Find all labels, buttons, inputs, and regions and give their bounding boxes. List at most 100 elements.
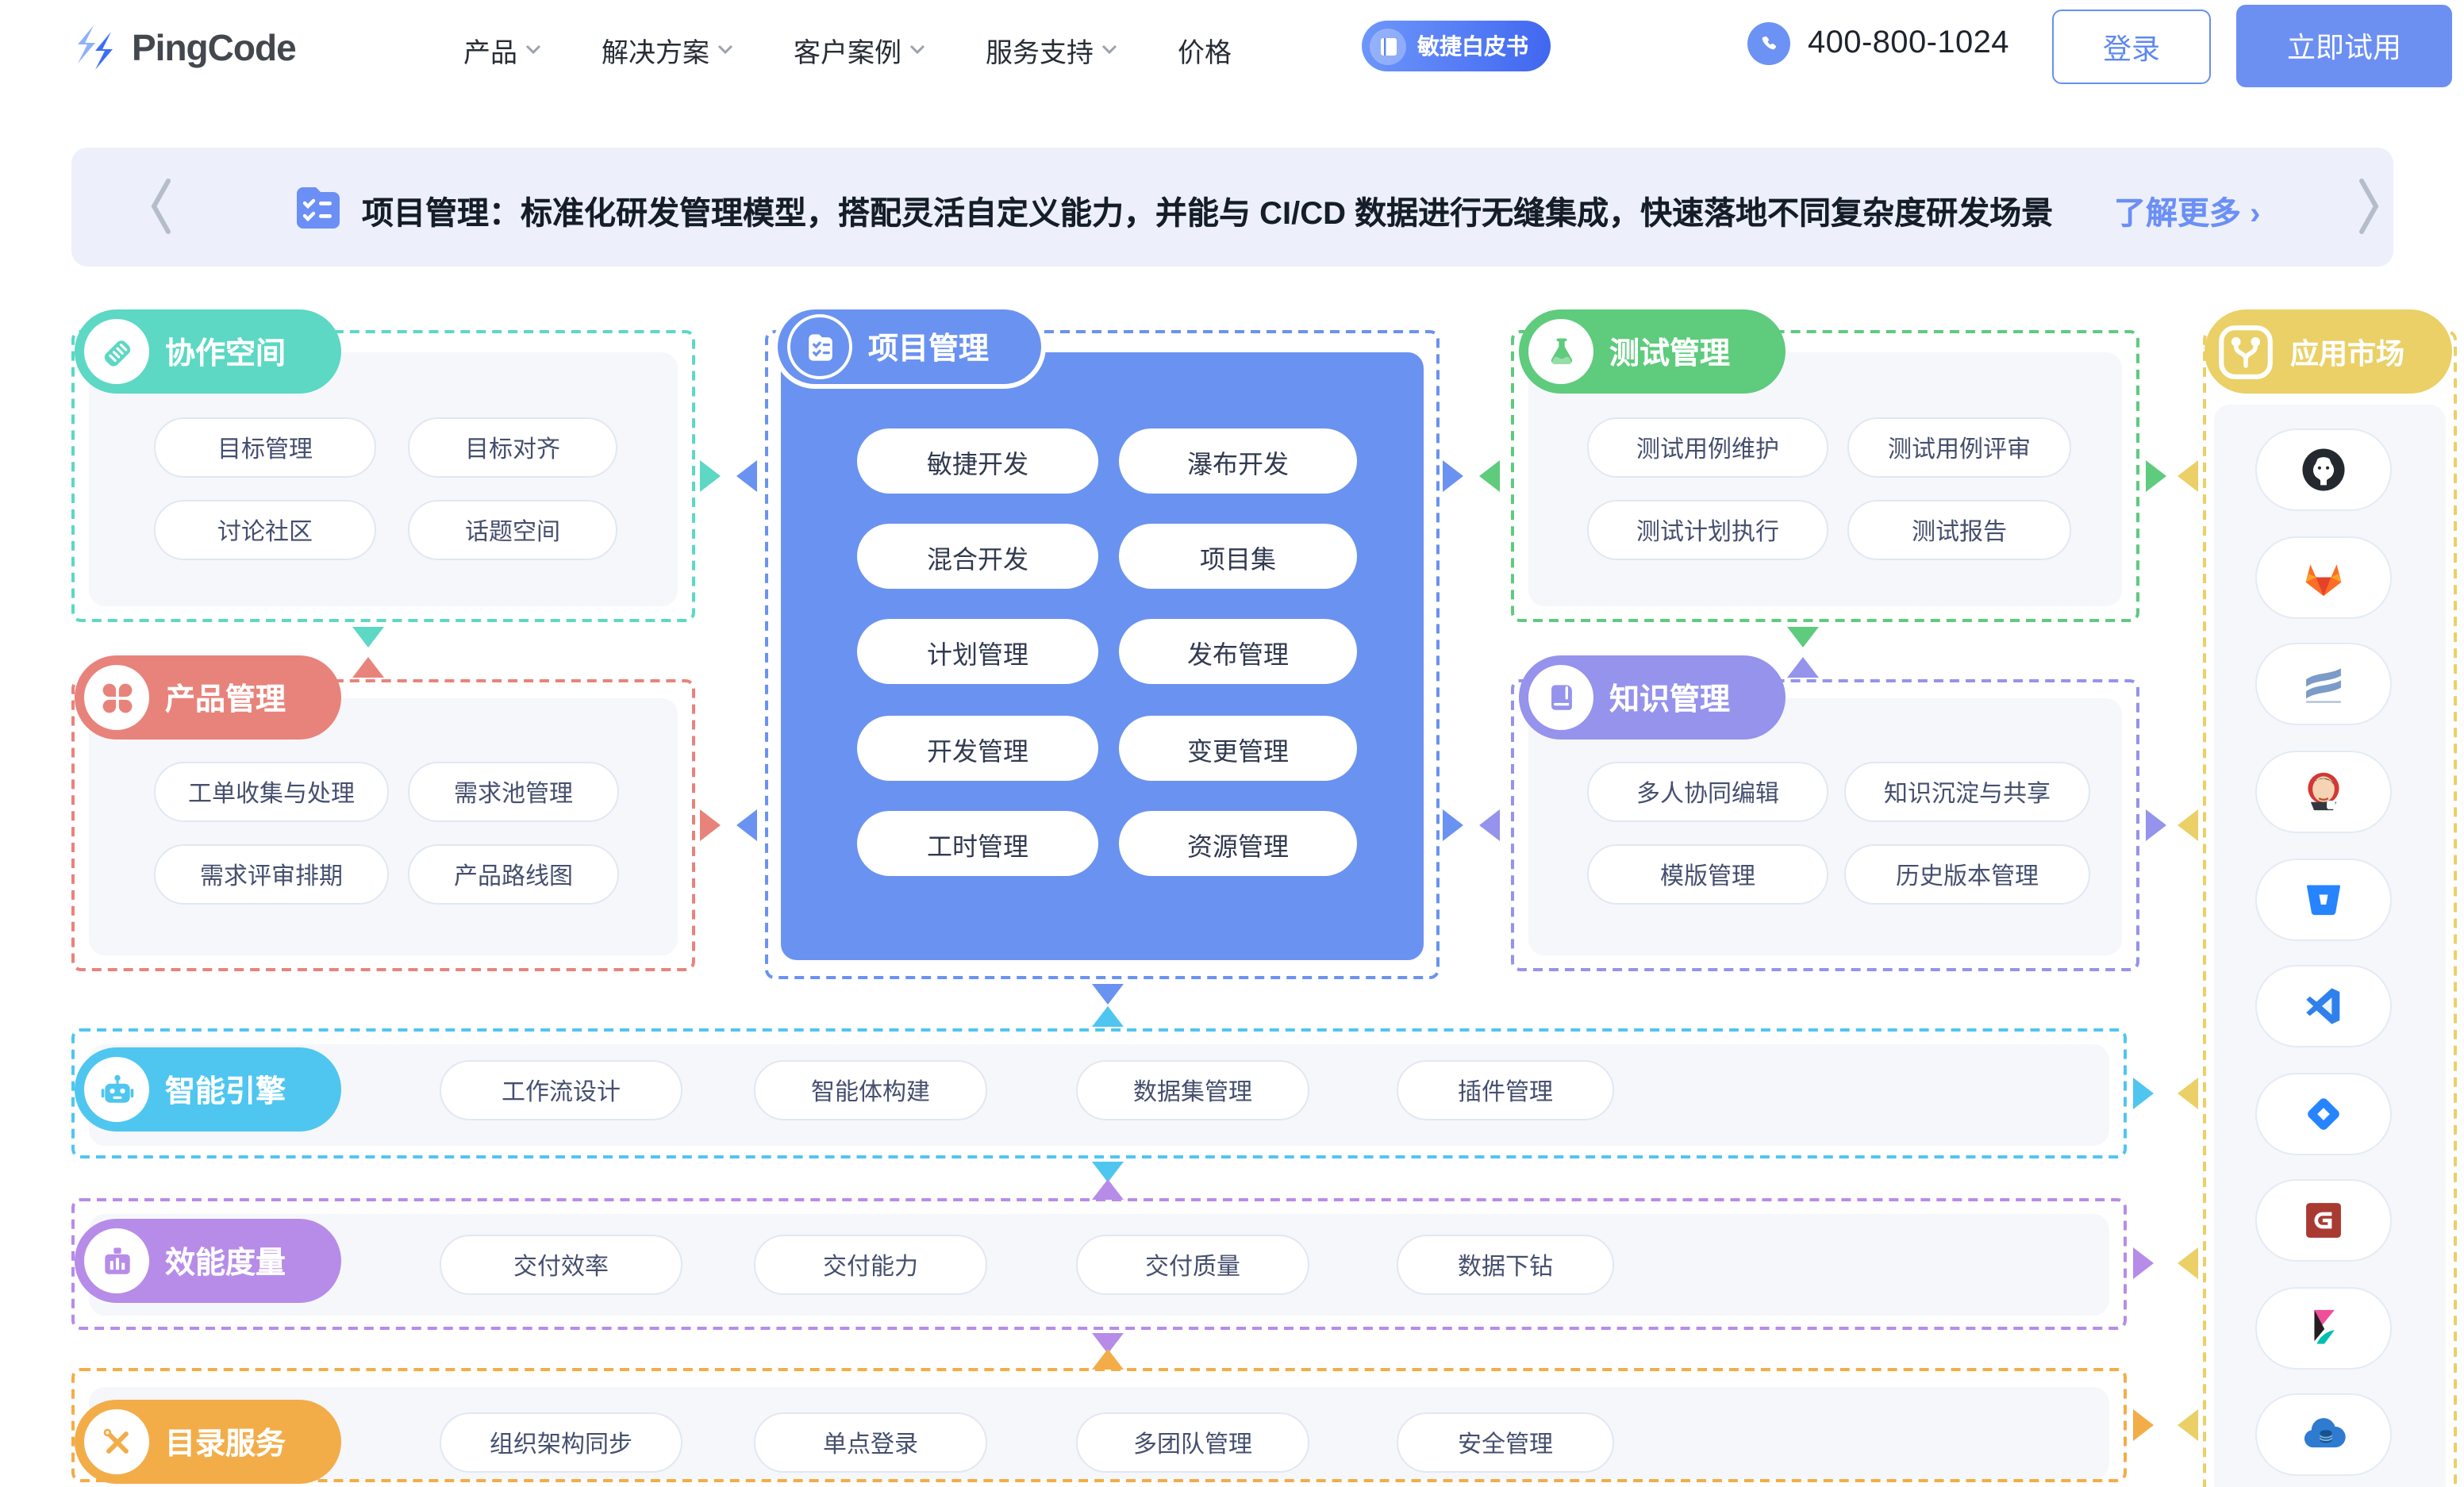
chevron-down-icon [525, 44, 541, 54]
ai-engine-header: 智能引擎 [75, 1047, 341, 1132]
collaboration-header: 协作空间 [75, 309, 341, 394]
four-petal-icon [84, 665, 149, 730]
feature-chip: 数据集管理 [1076, 1060, 1309, 1120]
main-menu: 产品 解决方案 客户案例 服务支持 价格 [463, 0, 1232, 98]
connector-arrow-right [2133, 1247, 2154, 1279]
banner-next-arrow[interactable] [2357, 176, 2382, 236]
connector-arrow-up [1092, 1006, 1124, 1027]
feature-chip: 测试用例维护 [1587, 417, 1828, 478]
try-now-button[interactable]: 立即试用 [2236, 5, 2452, 87]
handshake-icon [84, 319, 149, 384]
flask-icon [1528, 319, 1593, 384]
connector-arrow-right [700, 460, 721, 492]
connector-arrow-right [1443, 460, 1463, 492]
feature-chip: 多团队管理 [1076, 1412, 1309, 1473]
app-tile [2255, 1179, 2392, 1262]
pingcode-logo[interactable]: PingCode [71, 24, 296, 71]
project-header: 项目管理 [773, 305, 1046, 389]
feature-chip: 交付效率 [440, 1235, 682, 1295]
chevron-down-icon [909, 44, 925, 54]
tools-icon [84, 1409, 149, 1474]
connector-arrow-left [2178, 1078, 2198, 1109]
pingcode-homepage: PingCode 产品 解决方案 客户案例 服务支持 价格 敏捷白皮书 400-… [0, 0, 2464, 1487]
nav-item-support[interactable]: 服务支持 [986, 29, 1117, 69]
pingcode-logo-icon [71, 24, 119, 71]
nav-item-products[interactable]: 产品 [463, 29, 541, 69]
feature-chip: 计划管理 [857, 619, 1098, 684]
connector-arrow-up [1092, 1349, 1124, 1370]
connector-arrow-left [736, 460, 757, 492]
feature-chip: 知识沉淀与共享 [1844, 762, 2090, 822]
connector-arrow-up [1092, 1179, 1124, 1200]
bar-chart-icon [84, 1228, 149, 1293]
top-nav: PingCode 产品 解决方案 客户案例 服务支持 价格 敏捷白皮书 400-… [0, 0, 2464, 98]
chevron-down-icon [1101, 44, 1117, 54]
app-tile [2255, 536, 2392, 619]
nav-item-cases[interactable]: 客户案例 [794, 29, 925, 69]
phone-number: 400-800-1024 [1808, 25, 2009, 62]
feature-chip: 工时管理 [857, 811, 1098, 876]
feature-chip: 单点登录 [754, 1412, 987, 1473]
feature-chip: 测试报告 [1847, 500, 2071, 560]
github-icon [2300, 446, 2347, 494]
vscode-icon [2300, 982, 2347, 1030]
feature-chip: 需求池管理 [408, 762, 619, 822]
feature-chip: 智能体构建 [754, 1060, 987, 1120]
whitepaper-badge[interactable]: 敏捷白皮书 [1362, 21, 1551, 71]
connector-arrow-down [1787, 627, 1819, 647]
gitlab-icon [2300, 554, 2347, 601]
subversion-icon [2300, 660, 2347, 708]
connector-arrow-left [736, 809, 757, 841]
phone-icon [1747, 22, 1790, 65]
feature-chip: 开发管理 [857, 716, 1098, 781]
feature-chip: 交付能力 [754, 1235, 987, 1295]
feature-chip: 资源管理 [1119, 811, 1357, 876]
nav-item-pricing[interactable]: 价格 [1178, 29, 1232, 69]
learn-more-link[interactable]: 了解更多 › [2114, 187, 2260, 233]
feature-chip: 项目集 [1119, 524, 1357, 589]
app-tile [2255, 1073, 2392, 1155]
product-header: 产品管理 [75, 655, 341, 740]
phone-contact[interactable]: 400-800-1024 [1747, 22, 2009, 65]
feature-chip: 目标对齐 [408, 417, 617, 478]
connector-arrow-left [1479, 460, 1500, 492]
connector-arrow-up [352, 657, 384, 678]
feature-chip: 测试计划执行 [1587, 500, 1828, 560]
app-tile [2255, 965, 2392, 1047]
app-market-header: 应用市场 [2205, 309, 2452, 394]
test-header: 测试管理 [1519, 309, 1786, 394]
connector-arrow-right [2146, 460, 2166, 492]
branch-icon [2214, 320, 2278, 383]
feature-chip: 目标管理 [154, 417, 376, 478]
robot-icon [84, 1057, 149, 1122]
connector-arrow-right [1443, 809, 1463, 841]
connector-arrow-up [1787, 657, 1819, 678]
app-tile [2255, 1287, 2392, 1370]
login-button[interactable]: 登录 [2052, 10, 2211, 84]
feature-chip: 需求评审排期 [154, 844, 389, 905]
connector-arrow-right [2133, 1409, 2154, 1441]
feature-chip: 插件管理 [1397, 1060, 1614, 1120]
feature-chip: 讨论社区 [154, 500, 376, 560]
feature-chip: 瀑布开发 [1119, 428, 1357, 494]
banner-prev-arrow[interactable] [148, 176, 173, 236]
feature-chip: 混合开发 [857, 524, 1098, 589]
directory-header: 目录服务 [75, 1400, 341, 1484]
kibana-icon [2300, 1304, 2347, 1352]
book-icon [1370, 28, 1406, 64]
feature-chip: 工作流设计 [440, 1060, 682, 1120]
project-folder-icon [290, 179, 346, 235]
gitee-icon [2300, 1197, 2347, 1244]
connector-arrow-down [352, 627, 384, 647]
app-tile [2255, 859, 2392, 941]
app-tile [2255, 428, 2392, 511]
logo-text: PingCode [132, 26, 296, 69]
feature-chip: 工单收集与处理 [154, 762, 389, 822]
feature-chip: 话题空间 [408, 500, 617, 560]
feature-chip: 交付质量 [1076, 1235, 1309, 1295]
connector-arrow-left [2178, 460, 2198, 492]
knowledge-header: 知识管理 [1519, 655, 1786, 740]
nav-item-solutions[interactable]: 解决方案 [602, 29, 733, 69]
announcement-banner: 项目管理：标准化研发管理模型，搭配灵活自定义能力，并能与 CI/CD 数据进行无… [71, 148, 2393, 267]
connector-arrow-right [2133, 1078, 2154, 1109]
